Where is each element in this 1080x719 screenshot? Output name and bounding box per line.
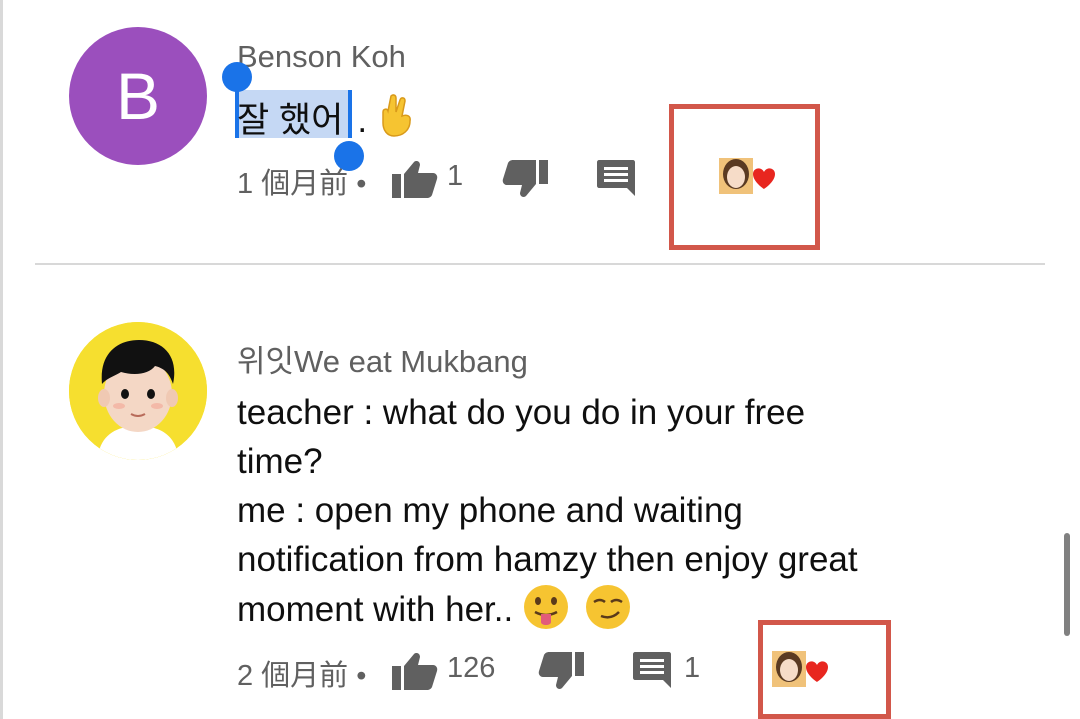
comment-line: time? <box>237 442 323 481</box>
comment-line: notification from hamzy then enjoy great <box>237 540 858 579</box>
annotation-highlight-box <box>669 104 820 250</box>
thumbs-up-icon[interactable] <box>392 652 438 690</box>
comment-line: teacher : what do you do in your free <box>237 393 806 432</box>
scrollbar-thumb[interactable] <box>1064 533 1070 636</box>
comment-author[interactable]: 위잇We eat Mukbang <box>237 336 528 381</box>
avatar-letter: B <box>115 59 161 133</box>
comment-line: me : open my phone and waiting <box>237 491 743 530</box>
comment-line: moment with her.. <box>237 590 514 629</box>
avatar[interactable]: B <box>69 27 207 165</box>
avatar[interactable] <box>69 322 207 460</box>
timestamp-text: 1 個月前 <box>237 168 349 200</box>
like-count: 1 <box>447 160 464 192</box>
comment-timestamp: 2 個月前 • <box>237 652 366 694</box>
comment-divider <box>35 263 1045 265</box>
comment-author[interactable]: Benson Koh <box>237 39 406 75</box>
annotation-highlight-box <box>758 620 891 719</box>
reply-count: 1 <box>684 652 701 684</box>
tongue-out-emoji-icon <box>523 585 568 629</box>
thumbs-down-icon[interactable] <box>538 652 584 690</box>
timestamp-text: 2 個月前 <box>237 660 349 692</box>
comment-timestamp: 1 個月前 • <box>237 160 366 202</box>
screen-left-edge <box>0 0 3 719</box>
smirking-face-emoji-icon <box>585 585 630 629</box>
comment-text-period: . <box>357 101 368 140</box>
thumbs-down-icon[interactable] <box>502 160 548 198</box>
comment-text: teacher : what do you do in your free ti… <box>237 388 1037 634</box>
selected-text: 잘 했어 <box>237 101 344 140</box>
like-count: 126 <box>447 652 496 684</box>
separator-dot: • <box>356 660 367 692</box>
reply-comment-icon[interactable] <box>597 160 635 196</box>
crossed-fingers-emoji-icon <box>382 94 411 137</box>
cartoon-boy-avatar-icon <box>69 322 207 460</box>
selection-start-handle[interactable] <box>222 62 252 92</box>
separator-dot: • <box>356 168 367 200</box>
thumbs-up-icon[interactable] <box>392 160 438 198</box>
reply-comment-icon[interactable] <box>633 652 671 688</box>
comment-text: 잘 했어. <box>237 92 417 145</box>
